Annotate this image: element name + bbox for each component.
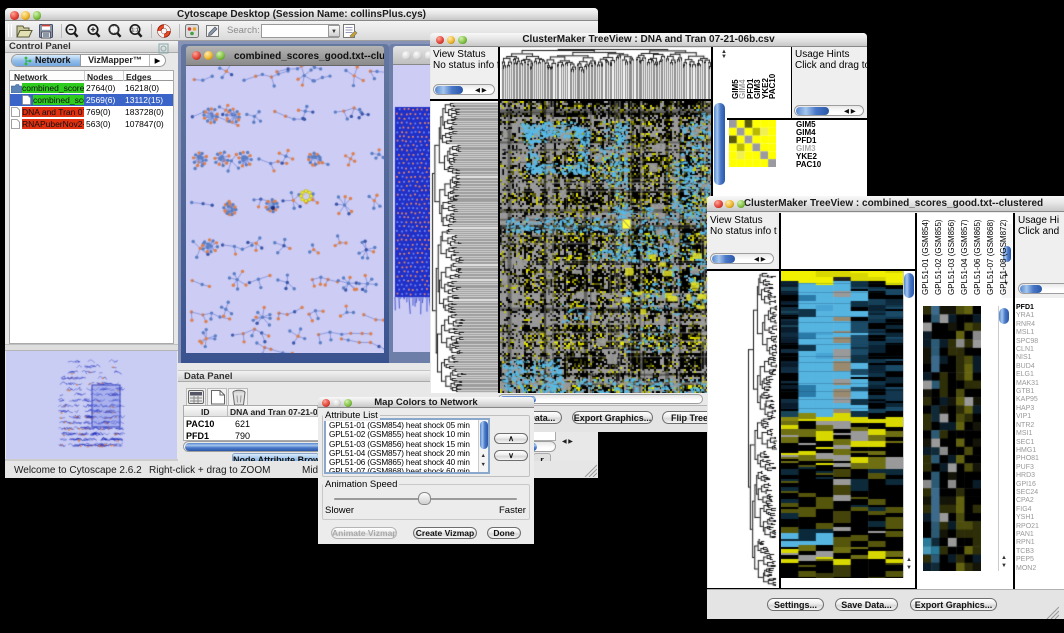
svg-text:1:1: 1:1	[131, 28, 138, 34]
